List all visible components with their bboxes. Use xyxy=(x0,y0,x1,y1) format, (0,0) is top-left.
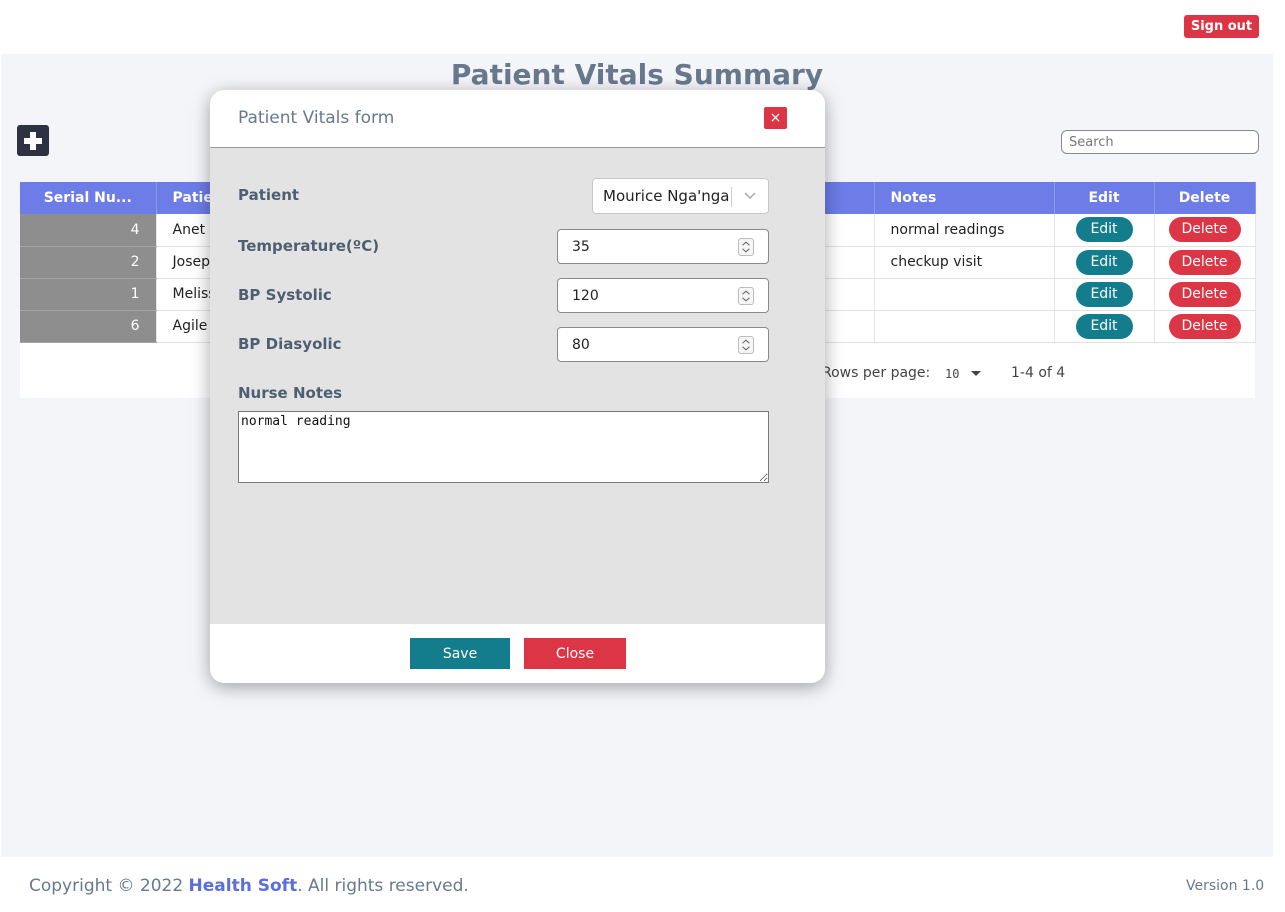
close-icon[interactable]: × xyxy=(764,107,787,129)
cell-delete: Delete xyxy=(1154,310,1256,343)
copyright-prefix: Copyright © 2022 xyxy=(29,876,189,896)
edit-button[interactable]: Edit xyxy=(1075,313,1133,339)
column-header-serial[interactable]: Serial Nu... xyxy=(20,182,157,214)
chevron-down-icon[interactable] xyxy=(743,189,757,203)
nurse-notes-textarea[interactable]: normal reading xyxy=(238,411,769,483)
cell-notes xyxy=(874,278,1055,311)
patient-select[interactable]: Mourice Nga'nga xyxy=(592,178,769,214)
patient-select-value: Mourice Nga'nga xyxy=(603,187,730,205)
spinner-icon[interactable] xyxy=(738,287,754,305)
bp-systolic-input[interactable]: 120 xyxy=(557,278,769,313)
copyright-suffix: . All rights reserved. xyxy=(297,876,469,896)
edit-button[interactable]: Edit xyxy=(1075,217,1133,243)
patient-label: Patient xyxy=(238,186,300,204)
delete-button[interactable]: Delete xyxy=(1168,281,1241,307)
save-button[interactable]: Save xyxy=(410,638,510,669)
cell-delete: Delete xyxy=(1154,278,1256,311)
bp-diastolic-input[interactable]: 80 xyxy=(557,327,769,362)
modal-footer: Save Close xyxy=(210,624,825,683)
add-record-button[interactable] xyxy=(17,125,49,156)
modal-header: Patient Vitals form × xyxy=(210,90,825,148)
cell-edit: Edit xyxy=(1054,310,1155,343)
cell-notes xyxy=(874,310,1055,343)
top-bar: Sign out xyxy=(0,0,1285,54)
column-header-notes[interactable]: Notes xyxy=(874,182,1055,214)
cell-delete: Delete xyxy=(1154,246,1256,279)
cell-delete: Delete xyxy=(1154,214,1256,247)
temperature-value: 35 xyxy=(572,239,590,255)
cell-edit: Edit xyxy=(1054,214,1155,247)
column-header-delete: Delete xyxy=(1154,182,1256,214)
close-button[interactable]: Close xyxy=(524,638,626,669)
footer: Copyright © 2022 Health Soft. All rights… xyxy=(0,857,1285,912)
cell-edit: Edit xyxy=(1054,278,1155,311)
cell-serial: 4 xyxy=(20,214,157,247)
select-divider xyxy=(731,187,732,207)
rows-per-page-select[interactable]: 10 xyxy=(945,367,959,381)
bp-systolic-label: BP Systolic xyxy=(238,286,332,304)
cell-notes: normal readings xyxy=(874,214,1055,247)
cell-serial: 6 xyxy=(20,310,157,343)
nurse-notes-label: Nurse Notes xyxy=(238,384,343,402)
delete-button[interactable]: Delete xyxy=(1168,249,1241,275)
sign-out-button[interactable]: Sign out xyxy=(1184,15,1259,38)
page-title: Patient Vitals Summary xyxy=(450,58,824,91)
version-label: Version 1.0 xyxy=(1186,878,1265,894)
spinner-icon[interactable] xyxy=(738,238,754,256)
search-input[interactable] xyxy=(1061,130,1259,154)
temperature-label: Temperature(ºC) xyxy=(238,237,380,255)
cell-serial: 1 xyxy=(20,278,157,311)
delete-button[interactable]: Delete xyxy=(1168,313,1241,339)
column-header-edit: Edit xyxy=(1054,182,1155,214)
page-range: 1-4 of 4 xyxy=(1011,365,1066,381)
rows-per-page-label: Rows per page: xyxy=(822,365,931,381)
edit-button[interactable]: Edit xyxy=(1075,249,1133,275)
cell-edit: Edit xyxy=(1054,246,1155,279)
plus-square-icon xyxy=(24,131,42,150)
cell-notes: checkup visit xyxy=(874,246,1055,279)
bp-diastolic-label: BP Diasyolic xyxy=(238,335,342,353)
bp-diastolic-value: 80 xyxy=(572,337,590,353)
delete-button[interactable]: Delete xyxy=(1168,217,1241,243)
edit-button[interactable]: Edit xyxy=(1075,281,1133,307)
caret-down-icon[interactable] xyxy=(971,371,981,376)
cell-serial: 2 xyxy=(20,246,157,279)
temperature-input[interactable]: 35 xyxy=(557,229,769,264)
copyright: Copyright © 2022 Health Soft. All rights… xyxy=(29,876,469,896)
spinner-icon[interactable] xyxy=(738,336,754,354)
patient-vitals-modal: Patient Vitals form × Patient Mourice Ng… xyxy=(210,90,825,683)
bp-systolic-value: 120 xyxy=(572,288,599,304)
brand-link[interactable]: Health Soft xyxy=(189,876,298,896)
modal-title: Patient Vitals form xyxy=(238,108,395,128)
